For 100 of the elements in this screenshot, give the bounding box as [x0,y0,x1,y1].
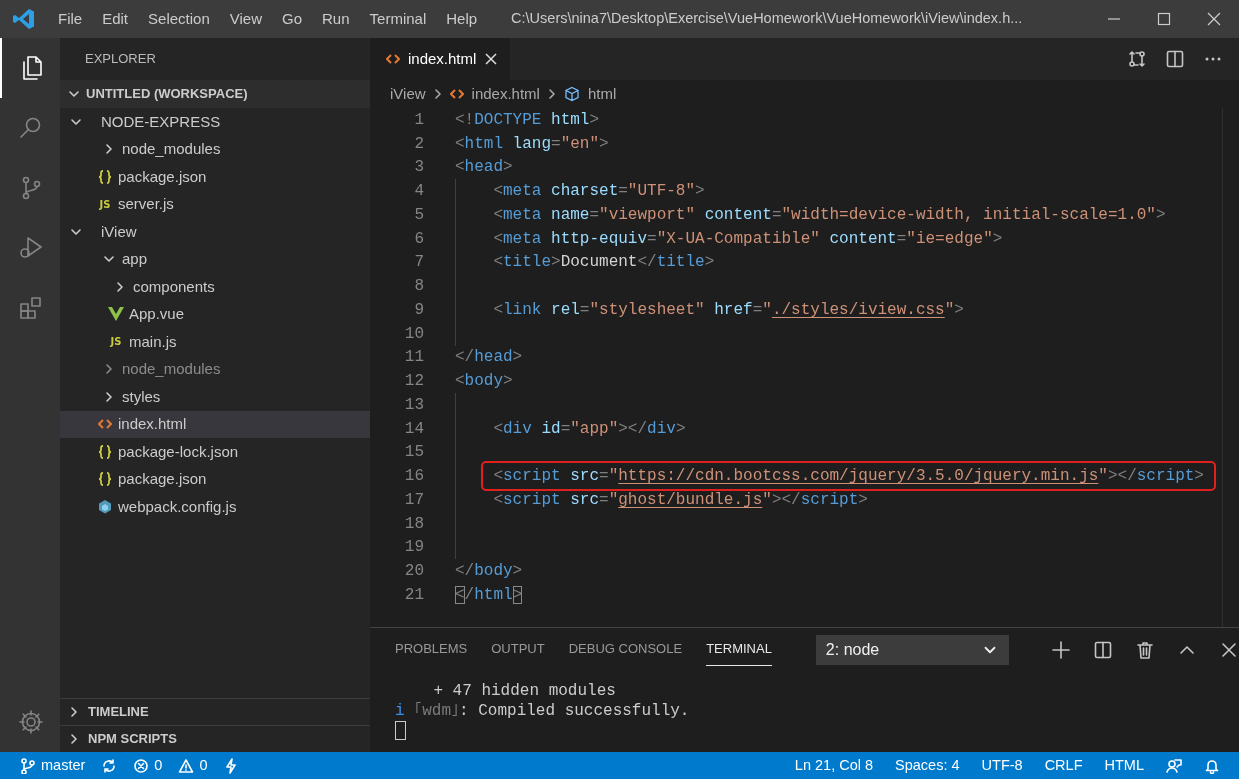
sync-icon [101,757,118,774]
v-shape-icon [108,307,124,322]
status-item[interactable]: Spaces: 4 [884,754,971,777]
code-line: <meta http-equiv="X-UA-Compatible" content="ie=edge"> [493,229,1003,248]
menu-item[interactable]: File [48,7,93,31]
warning-icon [178,757,195,774]
trash-icon[interactable] [1135,639,1155,660]
code-brackets-icon [98,418,112,431]
split-terminal-icon[interactable] [1093,639,1113,660]
terminal-dropdown[interactable]: 2: node [815,634,1009,665]
panel-tab[interactable]: OUTPUT [491,633,545,666]
maximize-icon[interactable] [1156,11,1172,27]
file-tree-item[interactable]: index.html [60,410,370,438]
code-line: <meta charset="UTF-8"> [493,182,705,201]
line-number: 17 [403,489,424,511]
panel-tab[interactable]: TERMINAL [706,633,772,666]
plus-icon[interactable] [1051,639,1071,660]
cube-icon [563,86,580,102]
line-number: 8 [413,276,424,298]
status-item[interactable]: HTML [1093,754,1155,777]
status-item[interactable]: CRLF [1033,754,1094,777]
folder-tree-item[interactable]: app [60,245,370,273]
breadcrumb-item[interactable]: index.html [449,82,540,106]
file-tree-item[interactable]: App.vue [60,300,370,328]
line-number: 5 [413,204,424,226]
split-editor-icon[interactable] [1165,49,1185,69]
line-number: 21 [403,584,424,606]
menu-item[interactable]: Selection [138,7,220,31]
line-number: 7 [413,252,424,274]
code-line: <!DOCTYPE html> [455,110,600,129]
errors-button[interactable]: 0 [125,754,171,777]
folder-tree-item[interactable]: styles [60,383,370,411]
code-line: <meta name="viewport" content="width=device-width, initial-scale=1.0"> [493,205,1166,224]
code-line: <script src="ghost/bundle.js"></script> [493,490,868,509]
panel-tab[interactable]: PROBLEMS [395,633,468,666]
line-number: 9 [413,299,424,321]
feedback-icon [1166,757,1182,774]
line-number: 11 [403,347,424,369]
window-title: C:\Users\nina7\Desktop\Exercise\VueHomework\VueHomework\iView\index.h... [511,9,1024,29]
menu-item[interactable]: Terminal [359,7,437,31]
line-number: 15 [403,442,424,464]
code-brackets-icon [449,88,464,100]
line-number: 14 [403,418,424,440]
terminal-line: i ｢wdm｣: Compiled successfully. [395,702,690,720]
close-icon[interactable] [1206,11,1222,27]
status-item[interactable]: Ln 21, Col 8 [783,754,885,777]
menu-item[interactable]: Help [436,7,488,31]
folder-tree-item[interactable]: node_modules [60,355,370,383]
warnings-button[interactable]: 0 [170,754,216,777]
file-tree-item[interactable]: package-lock.json [60,438,370,466]
menu-item[interactable]: Go [272,7,312,31]
cube-icon [98,499,112,515]
folder-tree-item[interactable]: node_modules [60,135,370,163]
file-tree-item[interactable]: JS server.js [60,190,370,218]
breadcrumb-item[interactable]: html [563,82,617,106]
menu-item[interactable]: Edit [92,7,139,31]
panel-tab[interactable]: DEBUG CONSOLE [568,633,683,666]
branch-icon [20,757,36,774]
folder-tree-item[interactable]: components [60,273,370,301]
status-item[interactable]: UTF-8 [970,754,1034,777]
settings-icon[interactable] [17,708,45,736]
line-number: 16 [403,466,424,488]
braces-icon [98,443,112,460]
code-line: <script src="https://cdn.bootcss.com/jquery/3.5.0/jquery.min.js"></script> [493,467,1204,486]
menu-item[interactable]: View [219,7,272,31]
line-number: 19 [403,537,424,559]
line-number: 20 [403,561,424,583]
folder-tree-item[interactable]: NODE-EXPRESS [60,108,370,136]
file-tree-item[interactable]: package.json [60,163,370,191]
menu-item[interactable]: Run [312,7,360,31]
file-tree-item[interactable]: webpack.config.js [60,493,370,521]
js-icon: JS [110,334,122,350]
line-number: 13 [403,394,424,416]
close-icon[interactable] [484,52,499,66]
code-line: <title>Document</title> [493,253,715,272]
code-line: <link rel="stylesheet" href="./styles/iview.css"> [493,300,964,319]
section-header[interactable]: UNTITLED (WORKSPACE) [60,80,370,108]
line-number: 10 [403,323,424,345]
line-number: 1 [413,109,424,131]
folder-tree-item[interactable]: iView [60,218,370,246]
code-line: <head> [455,158,513,177]
compare-icon[interactable] [1127,49,1147,69]
branch-button[interactable]: master [12,754,94,777]
panel-title: EXPLORER [85,50,156,69]
file-tree-item[interactable]: JS main.js [60,328,370,356]
breadcrumb-item[interactable]: iView [390,82,426,106]
line-number: 12 [403,371,424,393]
line-number: 4 [413,181,424,203]
code-line: <html lang="en"> [455,134,609,153]
braces-icon [98,471,112,488]
app-logo-icon [12,7,36,31]
braces-icon [98,168,112,185]
editor-tab[interactable]: index.html [370,38,511,80]
error-icon [133,757,150,774]
js-icon: JS [99,196,111,212]
code-line: </head> [455,348,523,367]
terminal-line: + 47 hidden modules [432,682,616,700]
code-line: </body> [455,562,523,581]
file-tree-item[interactable]: package.json [60,465,370,493]
section-header[interactable]: TIMELINE [60,698,370,725]
